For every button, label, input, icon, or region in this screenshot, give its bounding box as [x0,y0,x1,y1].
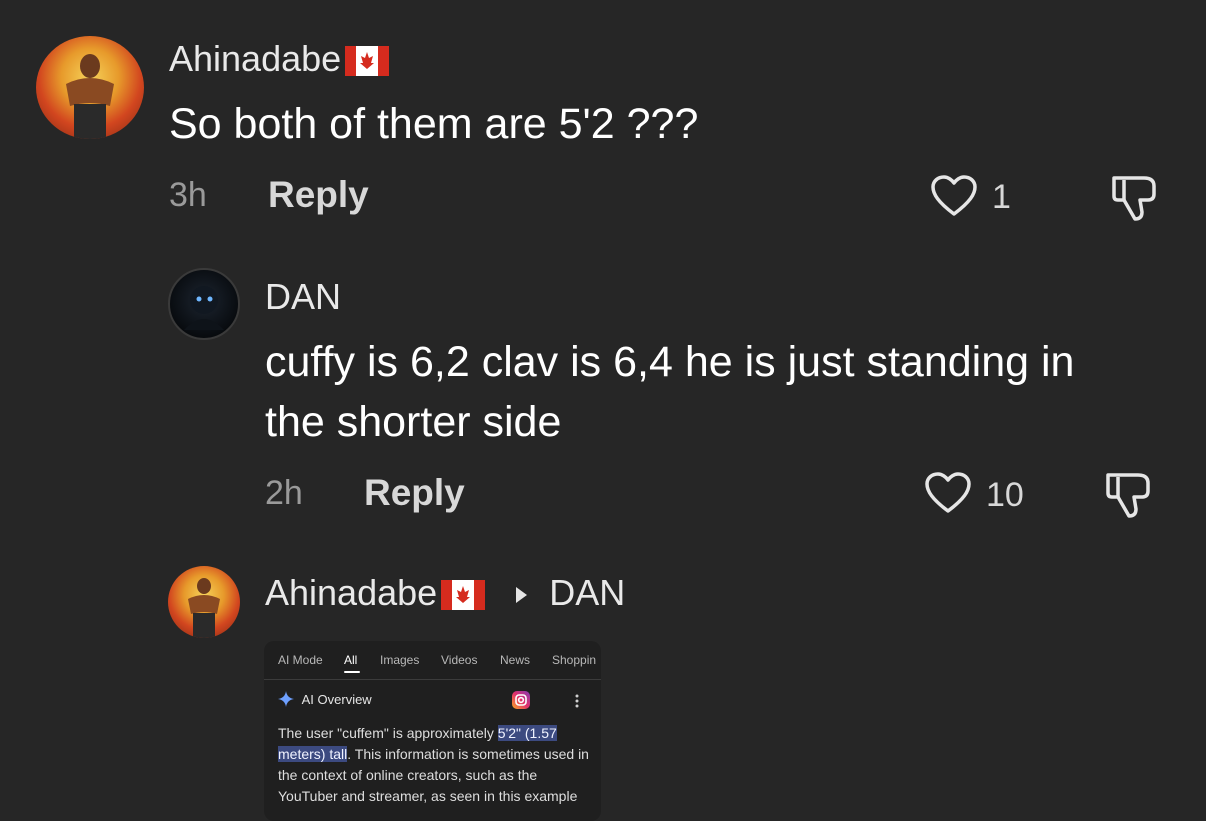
avatar[interactable] [36,36,144,139]
avatar[interactable] [168,566,240,638]
tab-videos: Videos [441,653,478,667]
comment-author[interactable]: DAN [265,276,341,318]
dislike-icon [1112,176,1156,221]
attached-screenshot[interactable]: AI Mode All Images Videos News Shoppin A… [264,641,601,821]
instagram-icon [512,691,530,709]
tab-shopping: Shoppin [552,653,597,667]
tab-all: All [344,653,358,667]
avatar-image [188,578,220,638]
comment-time: 2h [265,474,303,512]
ai-overview-header: AI Overview [278,691,372,707]
avatar[interactable] [168,268,240,340]
author-name[interactable]: Ahinadabe [265,572,437,613]
reply-button[interactable]: Reply [268,174,369,216]
comment-author[interactable]: Ahinadabe DAN [265,572,625,614]
search-tabs: AI Mode All Images Videos News Shoppin [264,647,601,677]
canada-flag-icon [441,580,486,611]
divider [264,679,601,680]
comment-text: cuffy is 6,2 clav is 6,4 he is just stan… [265,332,1074,452]
ai-overview-text: The user "cuffem" is approximately 5'2" … [278,723,590,807]
comment-text-line: cuffy is 6,2 clav is 6,4 he is just stan… [265,338,1075,386]
ai-text-highlight: 5'2" (1.57 [497,725,557,741]
kebab-menu-icon [575,694,579,708]
tab-news: News [500,653,531,667]
tab-images: Images [380,653,420,667]
canada-flag-icon [345,46,390,77]
reply-button[interactable]: Reply [364,472,465,514]
like-button[interactable] [930,174,978,223]
ai-text-part: The user "cuffem" is approximately [278,725,498,741]
heart-icon [931,175,977,216]
dislike-button[interactable] [1102,471,1154,524]
dislike-button[interactable] [1108,174,1160,227]
like-button[interactable] [924,471,972,520]
sparkle-icon [278,691,294,707]
tab-ai-mode: AI Mode [278,653,323,667]
active-tab-indicator [344,671,360,673]
comment-author[interactable]: Ahinadabe [169,38,390,80]
ai-text-highlight: meters) tall [278,746,348,762]
author-name[interactable]: Ahinadabe [169,38,341,79]
comment-text-line: the shorter side [265,398,562,446]
ai-overview-title: AI Overview [301,692,372,707]
avatar-image [66,54,114,139]
reply-to-name[interactable]: DAN [549,572,625,613]
dislike-icon [1106,473,1150,518]
avatar-image [184,286,224,330]
triangle-right-icon [516,587,528,604]
comment-time: 3h [169,176,207,214]
like-count: 1 [992,178,1011,216]
comment-text: So both of them are 5'2 ??? [169,100,699,148]
heart-icon [925,472,971,513]
like-count: 10 [986,476,1024,514]
